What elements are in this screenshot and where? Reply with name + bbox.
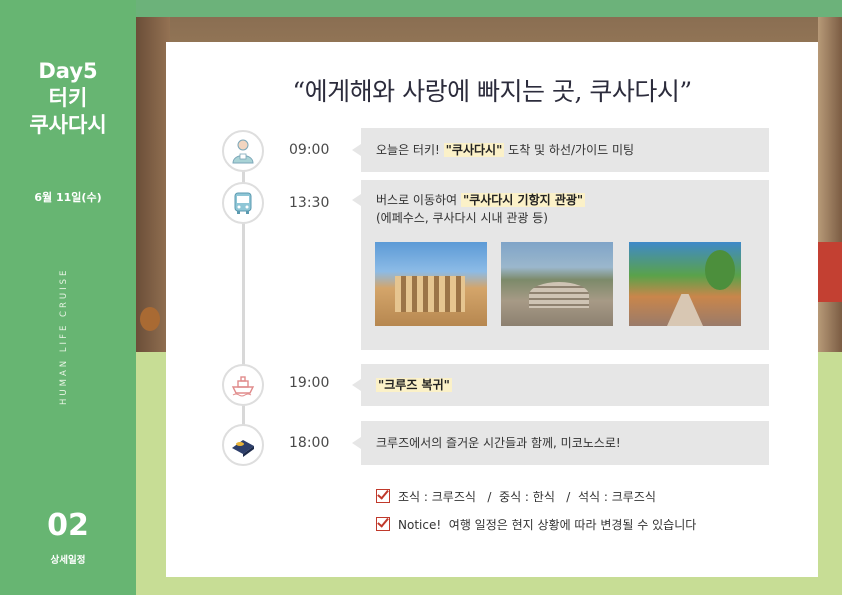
- theatre-arena: [529, 282, 589, 308]
- checkbox-icon: [376, 489, 390, 503]
- itinerary-card: “에게해와 사랑에 빠지는 곳, 쿠사다시” 09:00 13:30 19:00…: [166, 42, 818, 577]
- guide-person-icon: [222, 130, 264, 172]
- schedule-item-return: "크루즈 복귀": [352, 364, 769, 406]
- kusadasi-street-photo: [629, 242, 741, 326]
- checkbox-icon: [376, 517, 390, 531]
- headline: “에게해와 사랑에 빠지는 곳, 쿠사다시”: [292, 77, 692, 106]
- bus-icon: [222, 182, 264, 224]
- arrival-text-before: 오늘은 터키!: [376, 143, 440, 157]
- brand-vertical-text: HUMAN LIFE CRUISE: [59, 267, 69, 405]
- meal-note: 조식 : 크루즈식 / 중식 : 한식 / 석식 : 크루즈식: [376, 488, 656, 505]
- notice-note: Notice! 여행 일정은 현지 상황에 따라 변경될 수 있습니다: [376, 516, 696, 533]
- ancient-theatre-photo: [501, 242, 613, 326]
- tour-text-before: 버스로 이동하여: [376, 193, 458, 207]
- street-road: [667, 294, 703, 326]
- time-1800: 18:00: [289, 435, 330, 451]
- departure-text: 크루즈에서의 즐거운 시간들과 함께, 미코노스로!: [376, 436, 621, 450]
- background-awning: [818, 242, 842, 302]
- return-highlight: "크루즈 복귀": [376, 378, 452, 392]
- return-text: "크루즈 복귀": [376, 377, 452, 394]
- street-tree: [705, 250, 735, 290]
- notice-note-text: Notice! 여행 일정은 현지 상황에 따라 변경될 수 있습니다: [398, 518, 697, 532]
- arrival-highlight: "쿠사다시": [443, 143, 505, 157]
- tour-text: 버스로 이동하여 "쿠사다시 기항지 관광": [376, 192, 586, 209]
- schedule-item-departure: 크루즈에서의 즐거운 시간들과 함께, 미코노스로!: [352, 421, 769, 465]
- schedule-item-tour: 버스로 이동하여 "쿠사다시 기항지 관광" (에페수스, 쿠사다시 시내 관광…: [352, 180, 769, 350]
- day-title: Day5 터키 쿠사다시: [0, 58, 136, 139]
- time-0900: 09:00: [289, 142, 330, 158]
- arrival-text-after: 도착 및 하선/가이드 미팅: [508, 143, 635, 157]
- city-label: 쿠사다시: [29, 113, 107, 137]
- tour-subtext: (에페수스, 쿠사다시 시내 관광 등): [376, 211, 548, 225]
- sidebar: Day5 터키 쿠사다시 6월 11일(수) HUMAN LIFE CRUISE…: [0, 0, 136, 595]
- section-label: 상세일정: [50, 555, 86, 566]
- date-label: 6월 11일(수): [34, 191, 102, 204]
- background-flowers: [140, 307, 160, 331]
- country-label: 터키: [48, 86, 88, 110]
- time-1330: 13:30: [289, 195, 330, 211]
- library-columns: [395, 276, 465, 312]
- schedule-item-arrival: 오늘은 터키! "쿠사다시" 도착 및 하선/가이드 미팅: [352, 128, 769, 172]
- meal-note-text: 조식 : 크루즈식 / 중식 : 한식 / 석식 : 크루즈식: [398, 490, 656, 504]
- background-photo-left: [136, 17, 170, 352]
- cruise-ship-icon: [222, 364, 264, 406]
- section-number: 02: [47, 508, 89, 543]
- bed-icon: [222, 424, 264, 466]
- time-1900: 19:00: [289, 375, 330, 391]
- day-label: Day5: [38, 59, 98, 83]
- tour-highlight: "쿠사다시 기항지 관광": [460, 193, 586, 207]
- top-bar: [136, 0, 842, 17]
- ephesus-library-photo: [375, 242, 487, 326]
- arrival-text: 오늘은 터키! "쿠사다시" 도착 및 하선/가이드 미팅: [376, 142, 634, 159]
